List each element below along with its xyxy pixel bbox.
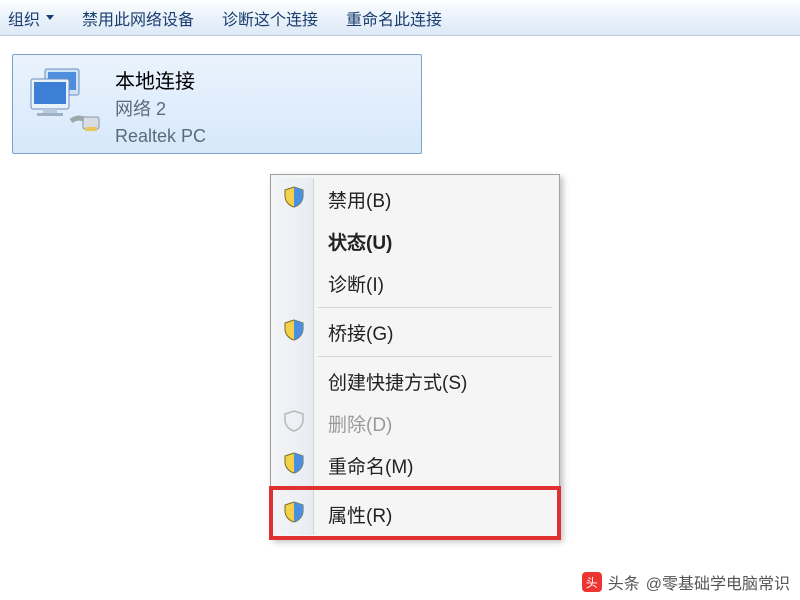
menu-create-shortcut[interactable]: 创建快捷方式(S)	[274, 360, 556, 402]
watermark-text: @零基础学电脑常识	[646, 570, 790, 594]
connection-item[interactable]: 本地连接 网络 2 Realtek PC	[12, 54, 422, 154]
menu-diagnose[interactable]: 诊断(I)	[274, 262, 556, 304]
menu-delete: 删除(D)	[274, 402, 556, 444]
connection-adapter: Realtek PC	[115, 123, 206, 150]
watermark-prefix: 头条	[608, 570, 640, 594]
shield-outline-icon	[283, 410, 305, 437]
menu-properties-label: 属性(R)	[314, 501, 392, 528]
shield-icon	[283, 501, 305, 528]
watermark-icon: 头	[582, 572, 602, 592]
menu-shortcut-label: 创建快捷方式(S)	[314, 368, 467, 395]
content-area: 本地连接 网络 2 Realtek PC 禁用(B) 状态(U) 诊断(I) 桥…	[0, 36, 800, 172]
menu-status[interactable]: 状态(U)	[274, 220, 556, 262]
shield-icon	[283, 319, 305, 346]
toolbar-diagnose-label: 诊断这个连接	[222, 6, 318, 30]
menu-properties[interactable]: 属性(R)	[274, 493, 556, 535]
menu-rename[interactable]: 重命名(M)	[274, 444, 556, 486]
menu-bridge-label: 桥接(G)	[314, 319, 393, 346]
toolbar-disable-device[interactable]: 禁用此网络设备	[82, 6, 194, 30]
dropdown-arrow-icon	[46, 15, 54, 20]
shield-icon	[283, 452, 305, 479]
menu-separator	[318, 307, 552, 308]
toolbar-rename[interactable]: 重命名此连接	[346, 6, 442, 30]
network-adapter-icon	[23, 63, 103, 143]
menu-separator	[318, 356, 552, 357]
toolbar-organize[interactable]: 组织	[8, 6, 54, 30]
toolbar: 组织 禁用此网络设备 诊断这个连接 重命名此连接	[0, 0, 800, 36]
shield-icon	[283, 186, 305, 213]
toolbar-rename-label: 重命名此连接	[346, 6, 442, 30]
toolbar-organize-label: 组织	[8, 6, 40, 30]
menu-rename-label: 重命名(M)	[314, 452, 413, 479]
connection-title: 本地连接	[115, 65, 206, 94]
watermark: 头 头条 @零基础学电脑常识	[582, 570, 790, 594]
toolbar-diagnose[interactable]: 诊断这个连接	[222, 6, 318, 30]
menu-delete-label: 删除(D)	[314, 410, 392, 437]
menu-status-label: 状态(U)	[314, 228, 392, 255]
menu-separator	[318, 489, 552, 490]
connection-text: 本地连接 网络 2 Realtek PC	[115, 63, 206, 150]
menu-bridge[interactable]: 桥接(G)	[274, 311, 556, 353]
menu-disable-label: 禁用(B)	[314, 186, 391, 213]
context-menu: 禁用(B) 状态(U) 诊断(I) 桥接(G) 创建快捷方式(S)	[270, 174, 560, 539]
connection-network: 网络 2	[115, 96, 206, 123]
menu-diagnose-label: 诊断(I)	[314, 270, 384, 297]
toolbar-disable-label: 禁用此网络设备	[82, 6, 194, 30]
menu-disable[interactable]: 禁用(B)	[274, 178, 556, 220]
